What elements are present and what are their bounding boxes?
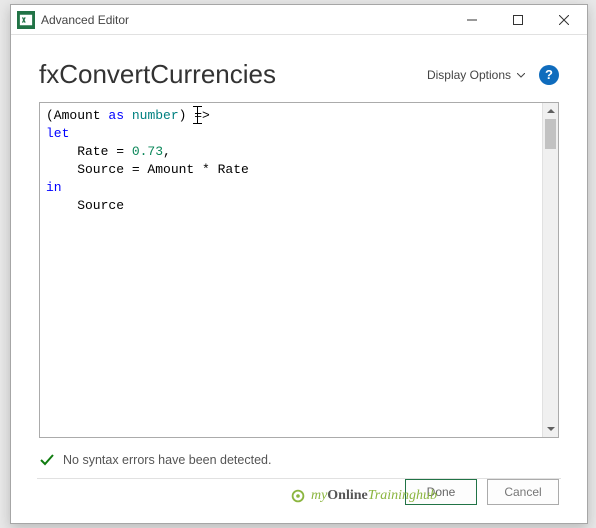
scroll-track[interactable] xyxy=(543,119,558,421)
query-name: fxConvertCurrencies xyxy=(39,59,427,90)
close-button[interactable] xyxy=(541,5,587,34)
code-text: Source xyxy=(46,198,124,213)
advanced-editor-window: Advanced Editor fxConvertCurrencies Disp… xyxy=(10,4,588,524)
titlebar: Advanced Editor xyxy=(11,5,587,35)
code-editor[interactable]: (Amount as number) => let Rate = 0.73, S… xyxy=(40,103,542,437)
code-text xyxy=(124,108,132,123)
watermark-text: my xyxy=(311,488,327,503)
maximize-button[interactable] xyxy=(495,5,541,34)
window-controls xyxy=(449,5,587,34)
watermark-text: Traininghub xyxy=(368,488,437,503)
watermark: myOnlineTraininghub xyxy=(289,487,437,505)
status-row: No syntax errors have been detected. xyxy=(11,438,587,478)
cancel-button[interactable]: Cancel xyxy=(487,479,559,505)
scroll-thumb[interactable] xyxy=(545,119,556,149)
window-title: Advanced Editor xyxy=(41,13,449,27)
code-text: Source = Amount * Rate xyxy=(46,162,249,177)
minimize-button[interactable] xyxy=(449,5,495,34)
vertical-scrollbar[interactable] xyxy=(542,103,558,437)
watermark-text-bold: Online xyxy=(327,488,367,503)
status-message: No syntax errors have been detected. xyxy=(63,453,271,467)
code-editor-container: (Amount as number) => let Rate = 0.73, S… xyxy=(39,102,559,438)
scroll-down-button[interactable] xyxy=(543,421,558,437)
button-row: myOnlineTraininghub Done Cancel xyxy=(11,479,587,523)
chevron-down-icon xyxy=(517,68,525,82)
code-keyword: in xyxy=(46,180,62,195)
code-text: (Amount xyxy=(46,108,108,123)
help-icon[interactable]: ? xyxy=(539,65,559,85)
display-options-dropdown[interactable]: Display Options xyxy=(427,68,525,82)
code-number: 0.73 xyxy=(132,144,163,159)
code-text: , xyxy=(163,144,171,159)
header-row: fxConvertCurrencies Display Options ? xyxy=(11,35,587,98)
gear-icon xyxy=(289,487,307,505)
code-text: Rate = xyxy=(46,144,132,159)
text-cursor-icon xyxy=(193,107,202,123)
checkmark-icon xyxy=(39,452,55,468)
display-options-label: Display Options xyxy=(427,68,511,82)
excel-icon xyxy=(17,11,35,29)
code-keyword: let xyxy=(46,126,69,141)
code-type: number xyxy=(132,108,179,123)
code-keyword: as xyxy=(108,108,124,123)
scroll-up-button[interactable] xyxy=(543,103,558,119)
